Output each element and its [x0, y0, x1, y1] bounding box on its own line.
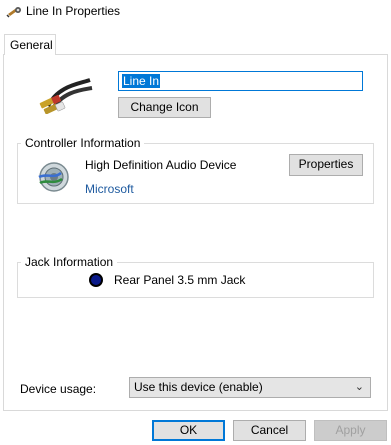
device-name-input[interactable]: Line In — [118, 71, 363, 91]
device-usage-selected: Use this device (enable) — [134, 380, 263, 394]
ok-button[interactable]: OK — [152, 420, 225, 441]
controller-information-legend: Controller Information — [25, 136, 141, 150]
properties-button[interactable]: Properties — [289, 154, 363, 176]
tab-general-label: General — [10, 38, 53, 52]
device-usage-label: Device usage: — [20, 382, 97, 396]
change-icon-button[interactable]: Change Icon — [118, 97, 211, 118]
chevron-down-icon: ⌄ — [354, 381, 364, 393]
cancel-button[interactable]: Cancel — [233, 420, 306, 441]
jack-information-legend: Jack Information — [25, 255, 114, 269]
device-usage-select[interactable]: Use this device (enable) ⌄ — [129, 377, 371, 398]
controller-vendor: Microsoft — [85, 182, 134, 196]
speaker-audio-icon — [6, 7, 21, 18]
controller-device-name: High Definition Audio Device — [85, 158, 237, 172]
window-title: Line In Properties — [26, 4, 121, 18]
jack-description: Rear Panel 3.5 mm Jack — [114, 273, 246, 287]
title-bar: Line In Properties — [0, 0, 391, 28]
tab-general[interactable]: General — [4, 34, 56, 55]
jack-port-icon — [89, 273, 103, 287]
apply-button[interactable]: Apply — [314, 420, 387, 441]
rca-cable-icon — [39, 78, 93, 114]
speaker-icon — [38, 162, 69, 192]
device-name-value: Line In — [122, 74, 161, 88]
